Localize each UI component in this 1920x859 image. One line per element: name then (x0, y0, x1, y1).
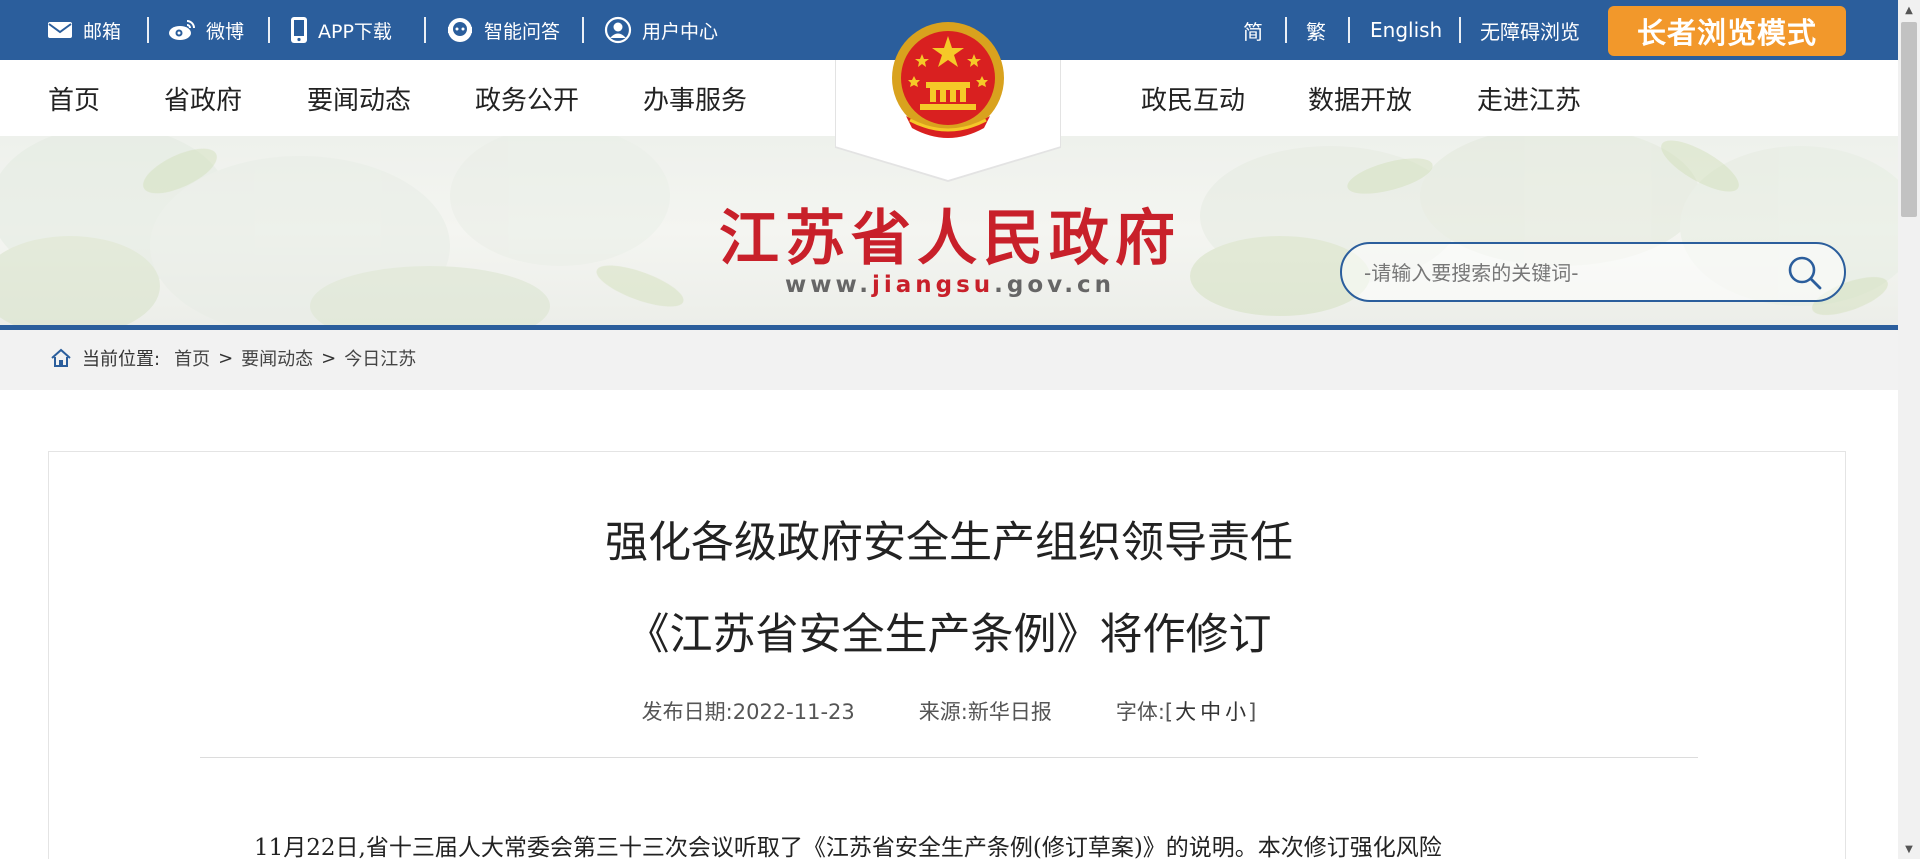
breadcrumb-news[interactable]: 要闻动态 (241, 345, 313, 371)
separator (582, 17, 584, 43)
weibo-link[interactable]: 微博 (168, 0, 244, 60)
nav-label: 数据开放 (1308, 85, 1413, 116)
separator (1285, 17, 1287, 43)
nav-label: 省政府 (164, 85, 243, 116)
scroll-down-arrow-icon[interactable]: ▼ (1898, 839, 1920, 859)
breadcrumb-bar: 当前位置: 首页 > 要闻动态 > 今日江苏 (0, 330, 1898, 390)
separator (268, 17, 270, 43)
smart-qa-link[interactable]: 智能问答 (446, 0, 560, 60)
english-label: English (1370, 18, 1443, 42)
article-divider (200, 757, 1698, 758)
phone-icon (291, 17, 307, 43)
english-link[interactable]: English (1370, 0, 1442, 60)
publish-date: 发布日期:2022-11-23 (641, 700, 855, 724)
traditional-chinese-link[interactable]: 繁 (1306, 0, 1326, 60)
user-center-link[interactable]: 用户中心 (604, 0, 718, 60)
search-input[interactable] (1362, 244, 1766, 302)
nav-provincial-government[interactable]: 省政府 (164, 60, 242, 136)
breadcrumb-separator: > (321, 347, 337, 369)
font-size-switcher: 字体:[大中小] (1116, 696, 1256, 726)
traditional-label: 繁 (1306, 19, 1326, 44)
nav-open-data[interactable]: 数据开放 (1308, 60, 1412, 136)
mail-icon (48, 22, 72, 38)
font-size-label: 字体:[ (1115, 700, 1174, 724)
article-paragraph: 11月22日,省十三届人大常委会第三十三次会议听取了《江苏省安全生产条例(修订草… (254, 835, 1442, 859)
national-emblem-icon[interactable] (888, 20, 1008, 148)
elder-mode-label: 长者浏览模式 (1636, 16, 1817, 50)
article-source: 来源:新华日报 (918, 700, 1052, 724)
smart-qa-label: 智能问答 (484, 20, 561, 43)
page: 邮箱 微博 APP下载 智能问答 用户中心 简 繁 English 无障碍浏览 … (0, 0, 1898, 859)
mail-label: 邮箱 (83, 20, 122, 43)
nav-about-jiangsu[interactable]: 走进江苏 (1477, 60, 1581, 136)
font-size-bracket: ] (1248, 700, 1257, 724)
breadcrumb-separator: > (218, 347, 234, 369)
separator (1459, 17, 1461, 43)
breadcrumb: 当前位置: 首页 > 要闻动态 > 今日江苏 (50, 330, 416, 386)
site-title: 江苏省人民政府 (719, 204, 1181, 274)
weibo-label: 微博 (206, 20, 245, 43)
separator (424, 17, 426, 43)
nav-interaction[interactable]: 政民互动 (1141, 60, 1245, 136)
search-box (1340, 242, 1846, 302)
domain-prefix: www. (784, 272, 872, 298)
accessibility-link[interactable]: 无障碍浏览 (1480, 0, 1580, 60)
search-icon[interactable] (1786, 254, 1824, 292)
site-domain: www.jiangsu.gov.cn (700, 272, 1200, 298)
font-large-button[interactable]: 大 (1175, 700, 1196, 724)
nav-services[interactable]: 办事服务 (643, 60, 747, 136)
article-title-line2: 《江苏省安全生产条例》将作修订 (626, 610, 1272, 660)
font-medium-button[interactable]: 中 (1200, 700, 1221, 724)
breadcrumb-home[interactable]: 首页 (174, 345, 210, 371)
nav-label: 政务公开 (475, 85, 580, 116)
app-download-link[interactable]: APP下载 (290, 0, 392, 60)
breadcrumb-label: 当前位置: (82, 349, 161, 370)
nav-government-affairs[interactable]: 政务公开 (475, 60, 579, 136)
domain-suffix: .gov.cn (994, 272, 1116, 298)
breadcrumb-today-jiangsu[interactable]: 今日江苏 (344, 345, 416, 371)
chat-bot-icon (448, 18, 472, 42)
nav-home[interactable]: 首页 (48, 60, 100, 136)
accessibility-label: 无障碍浏览 (1480, 19, 1580, 44)
separator (1348, 17, 1350, 43)
scroll-up-arrow-icon[interactable]: ▲ (1898, 0, 1920, 20)
separator (147, 17, 149, 43)
scrollbar-thumb[interactable] (1901, 22, 1917, 217)
elder-mode-button[interactable]: 长者浏览模式 (1608, 6, 1846, 56)
simplified-label: 简 (1243, 19, 1263, 44)
nav-label: 办事服务 (643, 85, 748, 116)
simplified-chinese-link[interactable]: 简 (1243, 0, 1263, 60)
app-download-label: APP下载 (318, 20, 392, 43)
user-icon (604, 16, 632, 44)
article-meta: 发布日期:2022-11-23 来源:新华日报 字体:[大中小] (0, 696, 1898, 726)
nav-label: 要闻动态 (307, 85, 412, 116)
article-title-line1: 强化各级政府安全生产组织领导责任 (605, 518, 1293, 568)
font-small-button[interactable]: 小 (1225, 700, 1246, 724)
nav-news[interactable]: 要闻动态 (307, 60, 411, 136)
nav-label: 首页 (48, 85, 101, 116)
domain-highlight: jiangsu (871, 272, 995, 298)
user-center-label: 用户中心 (642, 20, 719, 43)
weibo-icon (169, 20, 195, 40)
home-location-icon (51, 348, 71, 367)
nav-label: 政民互动 (1141, 85, 1246, 116)
mail-link[interactable]: 邮箱 (47, 0, 121, 60)
page-scrollbar[interactable]: ▲ ▼ (1898, 0, 1920, 859)
nav-label: 走进江苏 (1477, 85, 1582, 116)
